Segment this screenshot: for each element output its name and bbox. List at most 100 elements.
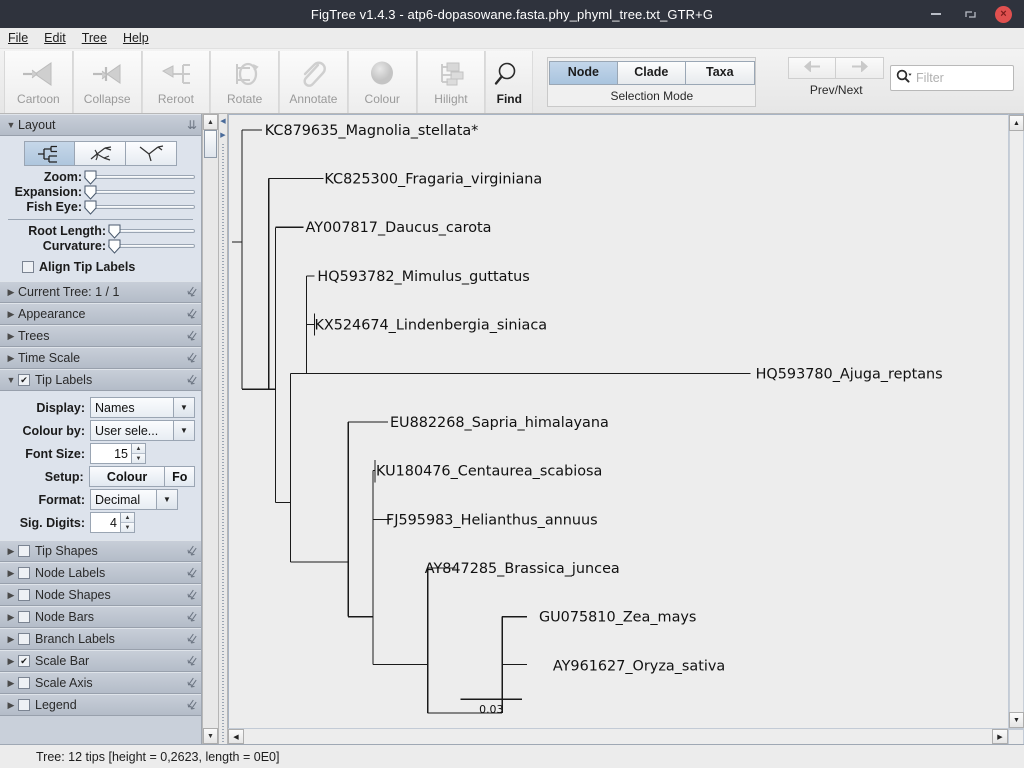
menu-help[interactable]: Help bbox=[123, 31, 149, 45]
sidebar-section-legend[interactable]: ▶ Legend ⇊ bbox=[0, 694, 201, 716]
split-pane-divider[interactable]: ◀ ▶ bbox=[218, 114, 228, 744]
pin-icon[interactable]: ⇊ bbox=[184, 630, 200, 647]
tree-horizontal-scroll-track[interactable] bbox=[244, 729, 992, 744]
sidebar-scroll-thumb[interactable] bbox=[204, 130, 217, 158]
font-size-stepper[interactable]: 15 ▲ ▼ bbox=[90, 443, 146, 464]
selection-mode-node[interactable]: Node bbox=[549, 62, 618, 84]
scale-bar-checkbox[interactable]: ✔ bbox=[18, 655, 30, 667]
sidebar-scroll-track[interactable] bbox=[203, 158, 218, 728]
pin-icon[interactable]: ⇊ bbox=[187, 118, 197, 132]
stepper-up-icon[interactable]: ▲ bbox=[132, 444, 145, 453]
selection-mode-taxa[interactable]: Taxa bbox=[685, 62, 754, 84]
tip-shapes-checkbox[interactable] bbox=[18, 545, 30, 557]
legend-checkbox[interactable] bbox=[18, 699, 30, 711]
rootlength-slider[interactable] bbox=[108, 224, 195, 239]
stepper-down-icon[interactable]: ▼ bbox=[121, 522, 134, 532]
rectangular-layout-button[interactable] bbox=[24, 141, 75, 166]
node-bars-checkbox[interactable] bbox=[18, 611, 30, 623]
minimize-button[interactable] bbox=[927, 5, 945, 23]
tree-vertical-scroll-track[interactable] bbox=[1009, 131, 1024, 712]
tree-scroll-right-button[interactable]: ▶ bbox=[992, 729, 1008, 744]
pin-icon[interactable]: ⇊ bbox=[184, 696, 200, 713]
sidebar-section-trees[interactable]: ▶ Trees ⇊ bbox=[0, 325, 201, 347]
tree-canvas[interactable]: KC879635_Magnolia_stellata* KC825300_Fra… bbox=[228, 114, 1008, 728]
filter-input[interactable] bbox=[916, 71, 1024, 85]
maximize-button[interactable] bbox=[961, 5, 979, 23]
setup-font-button[interactable]: Fo bbox=[165, 466, 195, 487]
hilight-button[interactable]: Hilight bbox=[416, 51, 486, 113]
sidebar-section-tip-shapes[interactable]: ▶ Tip Shapes ⇊ bbox=[0, 540, 201, 562]
branch-labels-checkbox[interactable] bbox=[18, 633, 30, 645]
menu-tree[interactable]: Tree bbox=[82, 31, 107, 45]
sidebar-section-node-shapes[interactable]: ▶ Node Shapes ⇊ bbox=[0, 584, 201, 606]
next-button[interactable] bbox=[836, 57, 885, 79]
tree-horizontal-scrollbar[interactable]: ◀ ▶ bbox=[228, 728, 1024, 745]
zoom-slider[interactable] bbox=[84, 170, 195, 185]
setup-colour-button[interactable]: Colour bbox=[88, 466, 166, 487]
pin-icon[interactable]: ⇊ bbox=[184, 349, 200, 366]
search-icon[interactable] bbox=[896, 69, 912, 88]
sidebar-section-scale-axis[interactable]: ▶ Scale Axis ⇊ bbox=[0, 672, 201, 694]
align-tip-labels-row[interactable]: Align Tip Labels bbox=[6, 260, 195, 274]
align-tip-labels-checkbox[interactable] bbox=[22, 261, 34, 273]
splitter-collapse-right-icon[interactable]: ▶ bbox=[218, 128, 228, 142]
tree-vertical-scrollbar[interactable]: ▲ ▼ bbox=[1008, 114, 1024, 728]
stepper-down-icon[interactable]: ▼ bbox=[132, 453, 145, 463]
scale-axis-checkbox[interactable] bbox=[18, 677, 30, 689]
tree-scroll-left-button[interactable]: ◀ bbox=[228, 729, 244, 744]
pin-icon[interactable]: ⇊ bbox=[184, 608, 200, 625]
sidebar-scrollbar[interactable]: ▲ ▼ bbox=[202, 114, 218, 744]
sidebar-section-layout[interactable]: ▼ Layout ⇊ bbox=[0, 114, 201, 136]
radial-layout-button[interactable] bbox=[126, 141, 177, 166]
format-combo[interactable]: Decimal ▼ bbox=[90, 489, 178, 510]
fisheye-knob[interactable] bbox=[84, 200, 97, 215]
annotate-button[interactable]: Annotate bbox=[279, 51, 348, 113]
prev-button[interactable] bbox=[788, 57, 837, 79]
colour-button[interactable]: Colour bbox=[347, 51, 417, 113]
pin-icon[interactable]: ⇊ bbox=[184, 305, 200, 322]
tip-labels-checkbox[interactable]: ✔ bbox=[18, 374, 30, 386]
zoom-knob[interactable] bbox=[84, 170, 97, 185]
sig-digits-stepper[interactable]: 4 ▲ ▼ bbox=[90, 512, 135, 533]
sidebar-section-time-scale[interactable]: ▶ Time Scale ⇊ bbox=[0, 347, 201, 369]
sidebar-section-current-tree[interactable]: ▶ Current Tree: 1 / 1 ⇊ bbox=[0, 281, 201, 303]
node-labels-checkbox[interactable] bbox=[18, 567, 30, 579]
pin-icon[interactable]: ⇊ bbox=[184, 674, 200, 691]
pin-icon[interactable]: ⇊ bbox=[184, 542, 200, 559]
sidebar-section-tip-labels[interactable]: ▼ ✔ Tip Labels ⇊ bbox=[0, 369, 201, 391]
display-combo[interactable]: Names ▼ bbox=[90, 397, 195, 418]
pin-icon[interactable]: ⇊ bbox=[184, 371, 200, 388]
sidebar-section-branch-labels[interactable]: ▶ Branch Labels ⇊ bbox=[0, 628, 201, 650]
expansion-slider[interactable] bbox=[84, 185, 195, 200]
pin-icon[interactable]: ⇊ bbox=[184, 283, 200, 300]
pin-icon[interactable]: ⇊ bbox=[184, 564, 200, 581]
colour-by-combo[interactable]: User sele... ▼ bbox=[90, 420, 195, 441]
expansion-knob[interactable] bbox=[84, 185, 97, 200]
menu-file[interactable]: File bbox=[8, 31, 28, 45]
sidebar-scroll-up-button[interactable]: ▲ bbox=[203, 114, 218, 130]
chevron-down-icon[interactable]: ▼ bbox=[156, 490, 177, 509]
sidebar-section-node-bars[interactable]: ▶ Node Bars ⇊ bbox=[0, 606, 201, 628]
splitter-collapse-left-icon[interactable]: ◀ bbox=[218, 114, 228, 128]
filter-box[interactable]: ✕ bbox=[890, 65, 1024, 91]
collapse-button[interactable]: Collapse bbox=[72, 51, 142, 113]
cartoon-button[interactable]: Cartoon bbox=[4, 51, 73, 113]
curvature-knob[interactable] bbox=[108, 239, 121, 254]
rootlength-knob[interactable] bbox=[108, 224, 121, 239]
sidebar-scroll-down-button[interactable]: ▼ bbox=[203, 728, 218, 744]
node-shapes-checkbox[interactable] bbox=[18, 589, 30, 601]
find-button[interactable]: Find bbox=[485, 51, 534, 113]
menu-edit[interactable]: Edit bbox=[44, 31, 66, 45]
polar-layout-button[interactable] bbox=[75, 141, 126, 166]
chevron-down-icon[interactable]: ▼ bbox=[173, 421, 194, 440]
curvature-slider[interactable] bbox=[108, 239, 195, 254]
sidebar-section-scale-bar[interactable]: ▶ ✔ Scale Bar ⇊ bbox=[0, 650, 201, 672]
stepper-up-icon[interactable]: ▲ bbox=[121, 513, 134, 522]
splitter-grip[interactable] bbox=[222, 144, 224, 744]
pin-icon[interactable]: ⇊ bbox=[184, 652, 200, 669]
pin-icon[interactable]: ⇊ bbox=[184, 586, 200, 603]
tree-scroll-down-button[interactable]: ▼ bbox=[1009, 712, 1024, 728]
sidebar-section-node-labels[interactable]: ▶ Node Labels ⇊ bbox=[0, 562, 201, 584]
tree-scroll-up-button[interactable]: ▲ bbox=[1009, 115, 1024, 131]
selection-mode-clade[interactable]: Clade bbox=[617, 62, 686, 84]
